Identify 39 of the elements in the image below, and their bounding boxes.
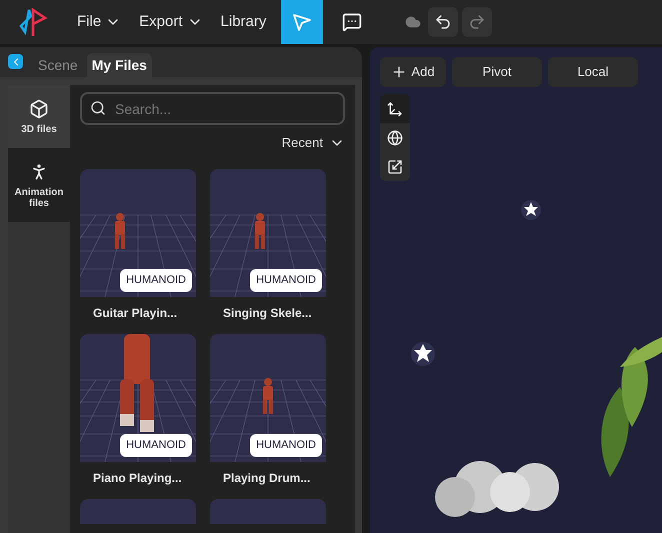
type-tag: HUMANOID: [250, 269, 322, 292]
file-name: Piano Playing...: [92, 470, 183, 486]
type-tag: HUMANOID: [120, 434, 192, 456]
sidebar-item[interactable]: 3D files: [8, 85, 70, 148]
file-card[interactable]: HUMANOID Guitar Playin...: [80, 168, 196, 322]
panel-tab[interactable]: Scene: [33, 53, 83, 77]
sidebar-item[interactable]: Animation files: [8, 148, 70, 222]
toggle-button[interactable]: Pivot: [452, 57, 542, 87]
logo-icon: [19, 6, 49, 38]
undo-icon: [434, 13, 452, 31]
type-tag: HUMANOID: [250, 434, 322, 456]
sphere-icon: [387, 130, 403, 146]
sort-dropdown[interactable]: Recent: [282, 133, 345, 152]
cloud-icon: [405, 14, 422, 30]
file-name: Guitar Playin...: [92, 304, 178, 322]
axes-icon: [387, 100, 403, 116]
undo-button[interactable]: [428, 7, 458, 37]
cube-icon: [29, 98, 49, 118]
file-name: Playing Drum...: [222, 470, 312, 486]
back-button[interactable]: [8, 54, 23, 69]
pointer-icon: [292, 12, 312, 32]
pointer-tool[interactable]: [281, 0, 324, 44]
file-card[interactable]: HUMANOID Piano Playing...: [80, 334, 196, 486]
menu-item[interactable]: Export: [130, 0, 212, 44]
resize-icon: [387, 158, 403, 174]
search-icon: [90, 100, 106, 116]
file-card[interactable]: HUMANOID Playing Drum...: [210, 334, 326, 486]
type-tag: HUMANOID: [120, 269, 192, 292]
redo-icon: [468, 13, 486, 31]
file-card[interactable]: HUMANOID Singing Skele...: [210, 168, 326, 322]
gizmo-tool[interactable]: [380, 94, 410, 123]
file-name: Singing Skele...: [222, 304, 313, 322]
toggle-button[interactable]: Local: [548, 57, 638, 87]
menu-item[interactable]: Library: [212, 0, 276, 44]
add-button[interactable]: Add: [380, 57, 446, 87]
chat-icon: [342, 12, 362, 32]
menu-item[interactable]: File: [68, 0, 130, 44]
panel-tab[interactable]: My Files: [86, 53, 152, 77]
search-field[interactable]: Search...: [80, 92, 345, 125]
